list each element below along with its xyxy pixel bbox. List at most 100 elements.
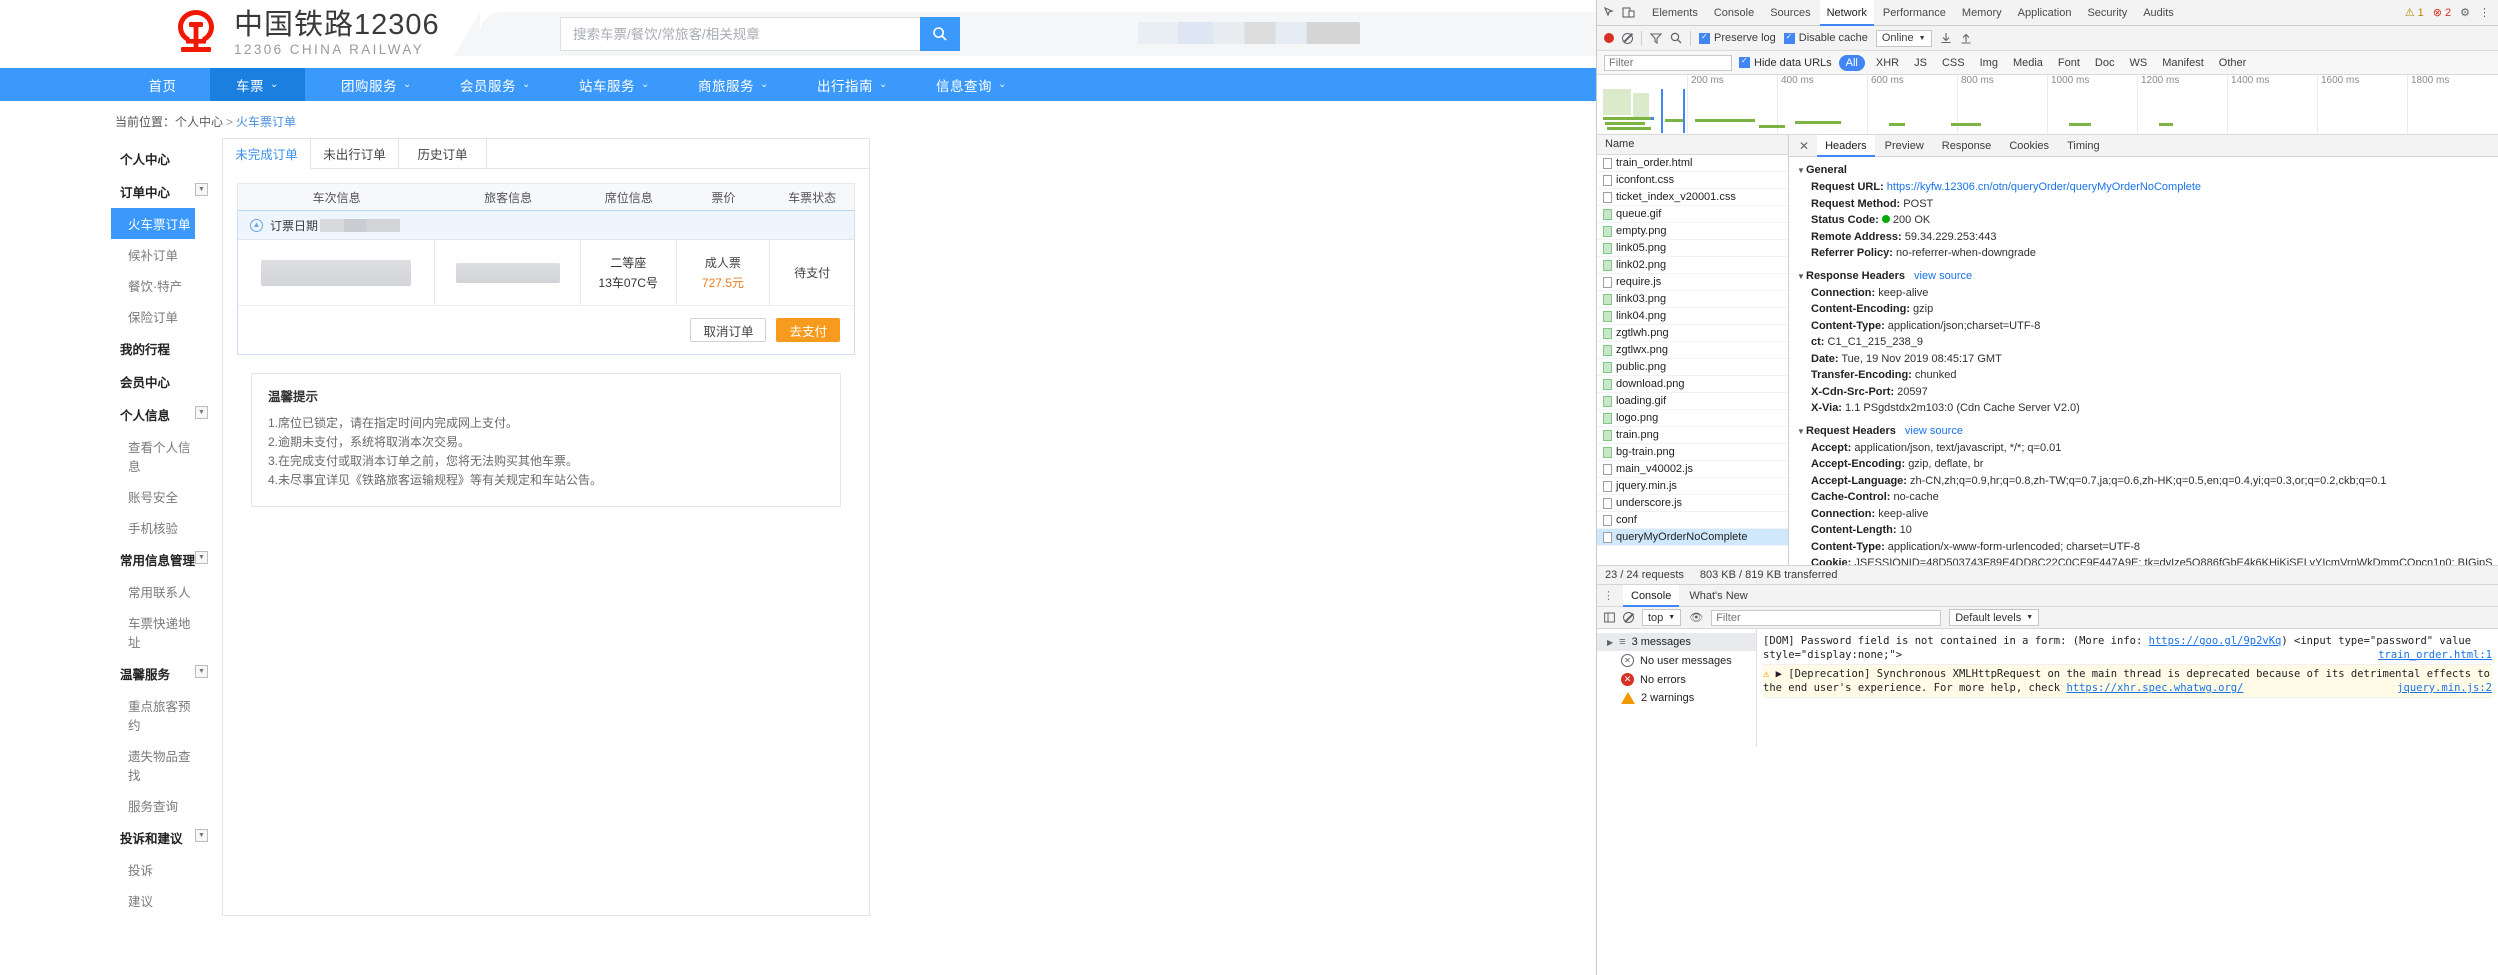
sidebar-item-suggestion[interactable]: 建议 (112, 885, 202, 916)
chevron-down-icon[interactable]: ▼ (195, 183, 208, 196)
nav-item-0[interactable]: 首页 (115, 68, 210, 101)
chevron-down-icon[interactable]: ▼ (195, 829, 208, 842)
list-item[interactable]: jquery.min.js (1597, 478, 1788, 495)
sidebar-item-lost-and-found[interactable]: 遗失物品查找 (112, 740, 202, 790)
hide-data-urls-checkbox[interactable]: Hide data URLs (1739, 56, 1832, 69)
view-source-link[interactable]: view source (1905, 425, 1963, 437)
detail-tab-response[interactable]: Response (1934, 135, 2000, 157)
search-input[interactable] (560, 17, 920, 51)
list-item[interactable]: link05.png (1597, 240, 1788, 257)
preserve-log-checkbox[interactable]: Preserve log (1699, 32, 1776, 44)
context-select[interactable]: top ▼ (1642, 609, 1682, 626)
list-item[interactable]: ticket_index_v20001.css (1597, 189, 1788, 206)
detail-tab-preview[interactable]: Preview (1877, 135, 1932, 157)
list-item[interactable]: empty.png (1597, 223, 1788, 240)
devtools-tab-audits[interactable]: Audits (2136, 0, 2181, 26)
console-message-link[interactable]: https://goo.gl/9p2vKq (2149, 635, 2282, 647)
sidebar-group-common-info[interactable]: 常用信息管理 ▼ (112, 543, 208, 576)
console-message[interactable]: ⚠ ▶ [Deprecation] Synchronous XMLHttpReq… (1763, 665, 2492, 698)
console-sidebar-messages[interactable]: ▶ ≡ 3 messages (1597, 633, 1756, 651)
devtools-tab-console[interactable]: Console (1707, 0, 1761, 26)
sidebar-item-catering-specialty[interactable]: 餐饮·特产 (112, 270, 202, 301)
filter-type-manifest[interactable]: Manifest (2158, 55, 2208, 71)
sidebar-item-waitlist-orders[interactable]: 候补订单 (112, 239, 202, 270)
list-item[interactable]: logo.png (1597, 410, 1788, 427)
list-item[interactable]: zgtlwh.png (1597, 325, 1788, 342)
list-item-selected[interactable]: queryMyOrderNoComplete (1597, 529, 1788, 546)
clear-button[interactable] (1622, 32, 1633, 44)
filter-type-font[interactable]: Font (2054, 55, 2084, 71)
list-item[interactable]: train_order.html (1597, 155, 1788, 172)
header-value[interactable]: https://kyfw.12306.cn/otn/queryOrder/que… (1887, 181, 2201, 193)
clear-console-button[interactable] (1623, 612, 1634, 623)
nav-item-7[interactable]: 信息查询 ⌄ (924, 68, 1019, 101)
sidebar-item-insurance-orders[interactable]: 保险订单 (112, 301, 202, 332)
list-item[interactable]: link03.png (1597, 291, 1788, 308)
search-button[interactable] (920, 17, 960, 51)
close-icon[interactable]: ✕ (1793, 139, 1815, 153)
error-count-badge[interactable]: ⊗ 2 (2433, 6, 2451, 20)
import-har-icon[interactable] (1940, 32, 1952, 44)
filter-type-all[interactable]: All (1838, 54, 1865, 71)
devtools-tab-security[interactable]: Security (2080, 0, 2134, 26)
list-item[interactable]: require.js (1597, 274, 1788, 291)
warning-count-badge[interactable]: ⚠ 1 (2405, 6, 2424, 20)
log-levels-select[interactable]: Default levels ▼ (1949, 609, 2040, 626)
console-message[interactable]: [DOM] Password field is not contained in… (1763, 632, 2492, 665)
export-har-icon[interactable] (1960, 32, 1972, 44)
nav-item-4[interactable]: 站车服务 ⌄ (567, 68, 662, 101)
console-message-link[interactable]: https://xhr.spec.whatwg.org/ (2066, 682, 2243, 694)
list-item[interactable]: queue.gif (1597, 206, 1788, 223)
list-item[interactable]: download.png (1597, 376, 1788, 393)
drawer-tab-console[interactable]: Console (1623, 584, 1680, 607)
site-search[interactable] (560, 17, 960, 51)
list-item[interactable]: zgtlwx.png (1597, 342, 1788, 359)
collapse-toggle-icon[interactable]: ▲ (250, 218, 263, 232)
breadcrumb-parent[interactable]: 个人中心 (175, 115, 223, 129)
sidebar-item-service-query[interactable]: 服务查询 (112, 790, 202, 821)
list-item[interactable]: link02.png (1597, 257, 1788, 274)
devtools-tab-performance[interactable]: Performance (1876, 0, 1953, 26)
filter-type-xhr[interactable]: XHR (1872, 55, 1903, 71)
devtools-tab-network[interactable]: Network (1819, 0, 1874, 26)
filter-type-ws[interactable]: WS (2125, 55, 2151, 71)
filter-type-img[interactable]: Img (1976, 55, 2002, 71)
tab-incomplete-orders[interactable]: 未完成订单 (223, 139, 311, 169)
filter-icon[interactable] (1650, 32, 1662, 44)
sidebar-item-ticket-delivery-address[interactable]: 车票快递地址 (112, 607, 202, 657)
nav-item-5[interactable]: 商旅服务 ⌄ (686, 68, 781, 101)
cancel-order-button[interactable]: 取消订单 (690, 318, 767, 342)
list-item[interactable]: conf (1597, 512, 1788, 529)
filter-type-css[interactable]: CSS (1938, 55, 1969, 71)
detail-tab-headers[interactable]: Headers (1817, 135, 1875, 157)
devtools-tab-application[interactable]: Application (2011, 0, 2079, 26)
nav-item-1[interactable]: 车票 ⌄ (210, 68, 305, 101)
filter-type-media[interactable]: Media (2009, 55, 2047, 71)
sidebar-item-key-passenger-booking[interactable]: 重点旅客预约 (112, 690, 202, 740)
filter-type-doc[interactable]: Doc (2091, 55, 2119, 71)
console-message-source[interactable]: train_order.html:1 (2378, 648, 2492, 662)
pay-button[interactable]: 去支付 (776, 318, 840, 342)
list-item[interactable]: iconfont.css (1597, 172, 1788, 189)
list-item[interactable]: underscore.js (1597, 495, 1788, 512)
sidebar-group-warm-service[interactable]: 温馨服务 ▼ (112, 657, 208, 690)
tab-history-orders[interactable]: 历史订单 (399, 139, 487, 168)
sidebar-item-complaint[interactable]: 投诉 (112, 854, 202, 885)
detail-tab-timing[interactable]: Timing (2059, 135, 2108, 157)
network-request-list[interactable]: Name train_order.html iconfont.css ticke… (1597, 135, 1789, 565)
sidebar-group-order-center[interactable]: 订单中心 ▼ (112, 175, 208, 208)
sidebar-group-personal-center[interactable]: 个人中心 (112, 142, 202, 175)
devtools-tab-sources[interactable]: Sources (1763, 0, 1817, 26)
devtools-tab-elements[interactable]: Elements (1645, 0, 1705, 26)
console-sidebar-user-messages[interactable]: ✕ No user messages (1597, 651, 1756, 670)
sidebar-group-complaints-suggestions[interactable]: 投诉和建议 ▼ (112, 821, 208, 854)
console-sidebar-errors[interactable]: ✕ No errors (1597, 670, 1756, 689)
section-general[interactable]: ▼General (1789, 161, 2498, 179)
nav-item-2[interactable]: 团购服务 ⌄ (329, 68, 424, 101)
console-message-source[interactable]: jquery.min.js:2 (2397, 681, 2492, 695)
list-item[interactable]: train.png (1597, 427, 1788, 444)
breadcrumb-current[interactable]: 火车票订单 (236, 115, 296, 129)
live-expression-eye-icon[interactable]: 👁 (1689, 611, 1703, 624)
detail-tab-cookies[interactable]: Cookies (2001, 135, 2057, 157)
disable-cache-checkbox[interactable]: Disable cache (1783, 32, 1868, 44)
